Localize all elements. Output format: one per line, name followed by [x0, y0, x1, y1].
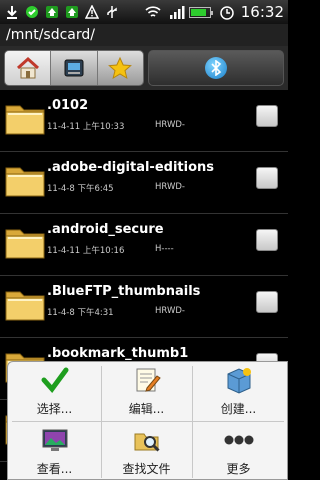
file-date: 11-4-11 上午10:33	[47, 122, 125, 132]
signal-icon	[169, 4, 185, 20]
tab-sdcard[interactable]	[51, 51, 98, 85]
sdcard-icon	[64, 59, 84, 77]
file-permissions: HRWD-	[155, 182, 185, 192]
menu-item-label: 创建...	[220, 402, 257, 416]
file-checkbox[interactable]	[256, 229, 278, 251]
folder-icon	[5, 229, 45, 259]
battery-icon	[188, 6, 213, 18]
folder-icon	[5, 291, 45, 321]
more-icon	[224, 426, 254, 454]
menu-item-select[interactable]: 选择...	[10, 362, 99, 420]
file-date: 11-4-8 下午6:45	[47, 184, 114, 194]
menu-item-label: 查找文件	[122, 462, 171, 476]
upload-icon	[64, 4, 80, 20]
warning-icon	[84, 4, 100, 20]
list-item[interactable]: .android_secure 11-4-11 上午10:16 H----	[0, 214, 288, 276]
edit-icon	[132, 366, 162, 394]
menu-item-more[interactable]: 更多	[194, 422, 283, 480]
usb-debug-icon	[24, 4, 40, 20]
list-item[interactable]: .0102 11-4-11 上午10:33 HRWD-	[0, 90, 288, 152]
wifi-icon	[145, 4, 161, 20]
file-date: 11-4-11 上午10:16	[47, 246, 125, 256]
star-icon	[108, 56, 133, 80]
view-icon	[40, 426, 70, 454]
folder-icon	[5, 167, 45, 197]
menu-item-label: 更多	[226, 462, 251, 476]
usb-icon	[104, 4, 120, 20]
menu-item-label: 编辑...	[128, 402, 165, 416]
bluetooth-icon	[205, 57, 227, 79]
file-name: .adobe-digital-editions	[47, 160, 215, 175]
file-permissions: H----	[155, 244, 174, 254]
menu-item-create[interactable]: 创建...	[194, 362, 283, 420]
status-bar: 16:32	[0, 0, 288, 24]
tab-bar	[0, 46, 288, 90]
menu-item-label: 选择...	[36, 402, 73, 416]
home-icon	[16, 56, 39, 79]
file-name: .BlueFTP_thumbnails	[47, 284, 201, 299]
create-icon	[224, 366, 254, 394]
file-name: .0102	[47, 98, 89, 113]
file-permissions: HRWD-	[155, 306, 185, 316]
file-checkbox[interactable]	[256, 167, 278, 189]
clock: 16:32	[240, 3, 284, 21]
file-permissions: HRWD-	[155, 120, 185, 130]
file-checkbox[interactable]	[256, 291, 278, 313]
upload-icon	[44, 4, 60, 20]
file-name: .android_secure	[47, 222, 164, 237]
tab-favorites[interactable]	[98, 51, 143, 85]
options-menu: 选择... 编辑... 创建... 查看... 查找文件 更多	[7, 361, 288, 480]
folder-icon	[5, 105, 45, 135]
menu-item-edit[interactable]: 编辑...	[102, 362, 191, 420]
menu-item-label: 查看...	[36, 462, 73, 476]
menu-divider	[192, 366, 193, 478]
file-checkbox[interactable]	[256, 105, 278, 127]
file-date: 11-4-8 下午4:31	[47, 308, 114, 318]
tab-home[interactable]	[5, 51, 52, 85]
bluetooth-button[interactable]	[148, 50, 284, 86]
search-folder-icon	[132, 426, 162, 454]
path-breadcrumb: /mnt/sdcard/	[0, 24, 288, 46]
tab-group	[4, 50, 144, 86]
list-item[interactable]: .BlueFTP_thumbnails 11-4-8 下午4:31 HRWD-	[0, 276, 288, 338]
download-icon	[4, 4, 20, 20]
menu-item-find-files[interactable]: 查找文件	[102, 422, 191, 480]
file-name: .bookmark_thumb1	[47, 346, 189, 361]
list-item[interactable]: .adobe-digital-editions 11-4-8 下午6:45 HRWD…	[0, 152, 288, 214]
alarm-icon	[219, 4, 235, 20]
menu-item-view[interactable]: 查看...	[10, 422, 99, 480]
checkmark-icon	[40, 366, 70, 394]
battery-level	[190, 8, 207, 16]
